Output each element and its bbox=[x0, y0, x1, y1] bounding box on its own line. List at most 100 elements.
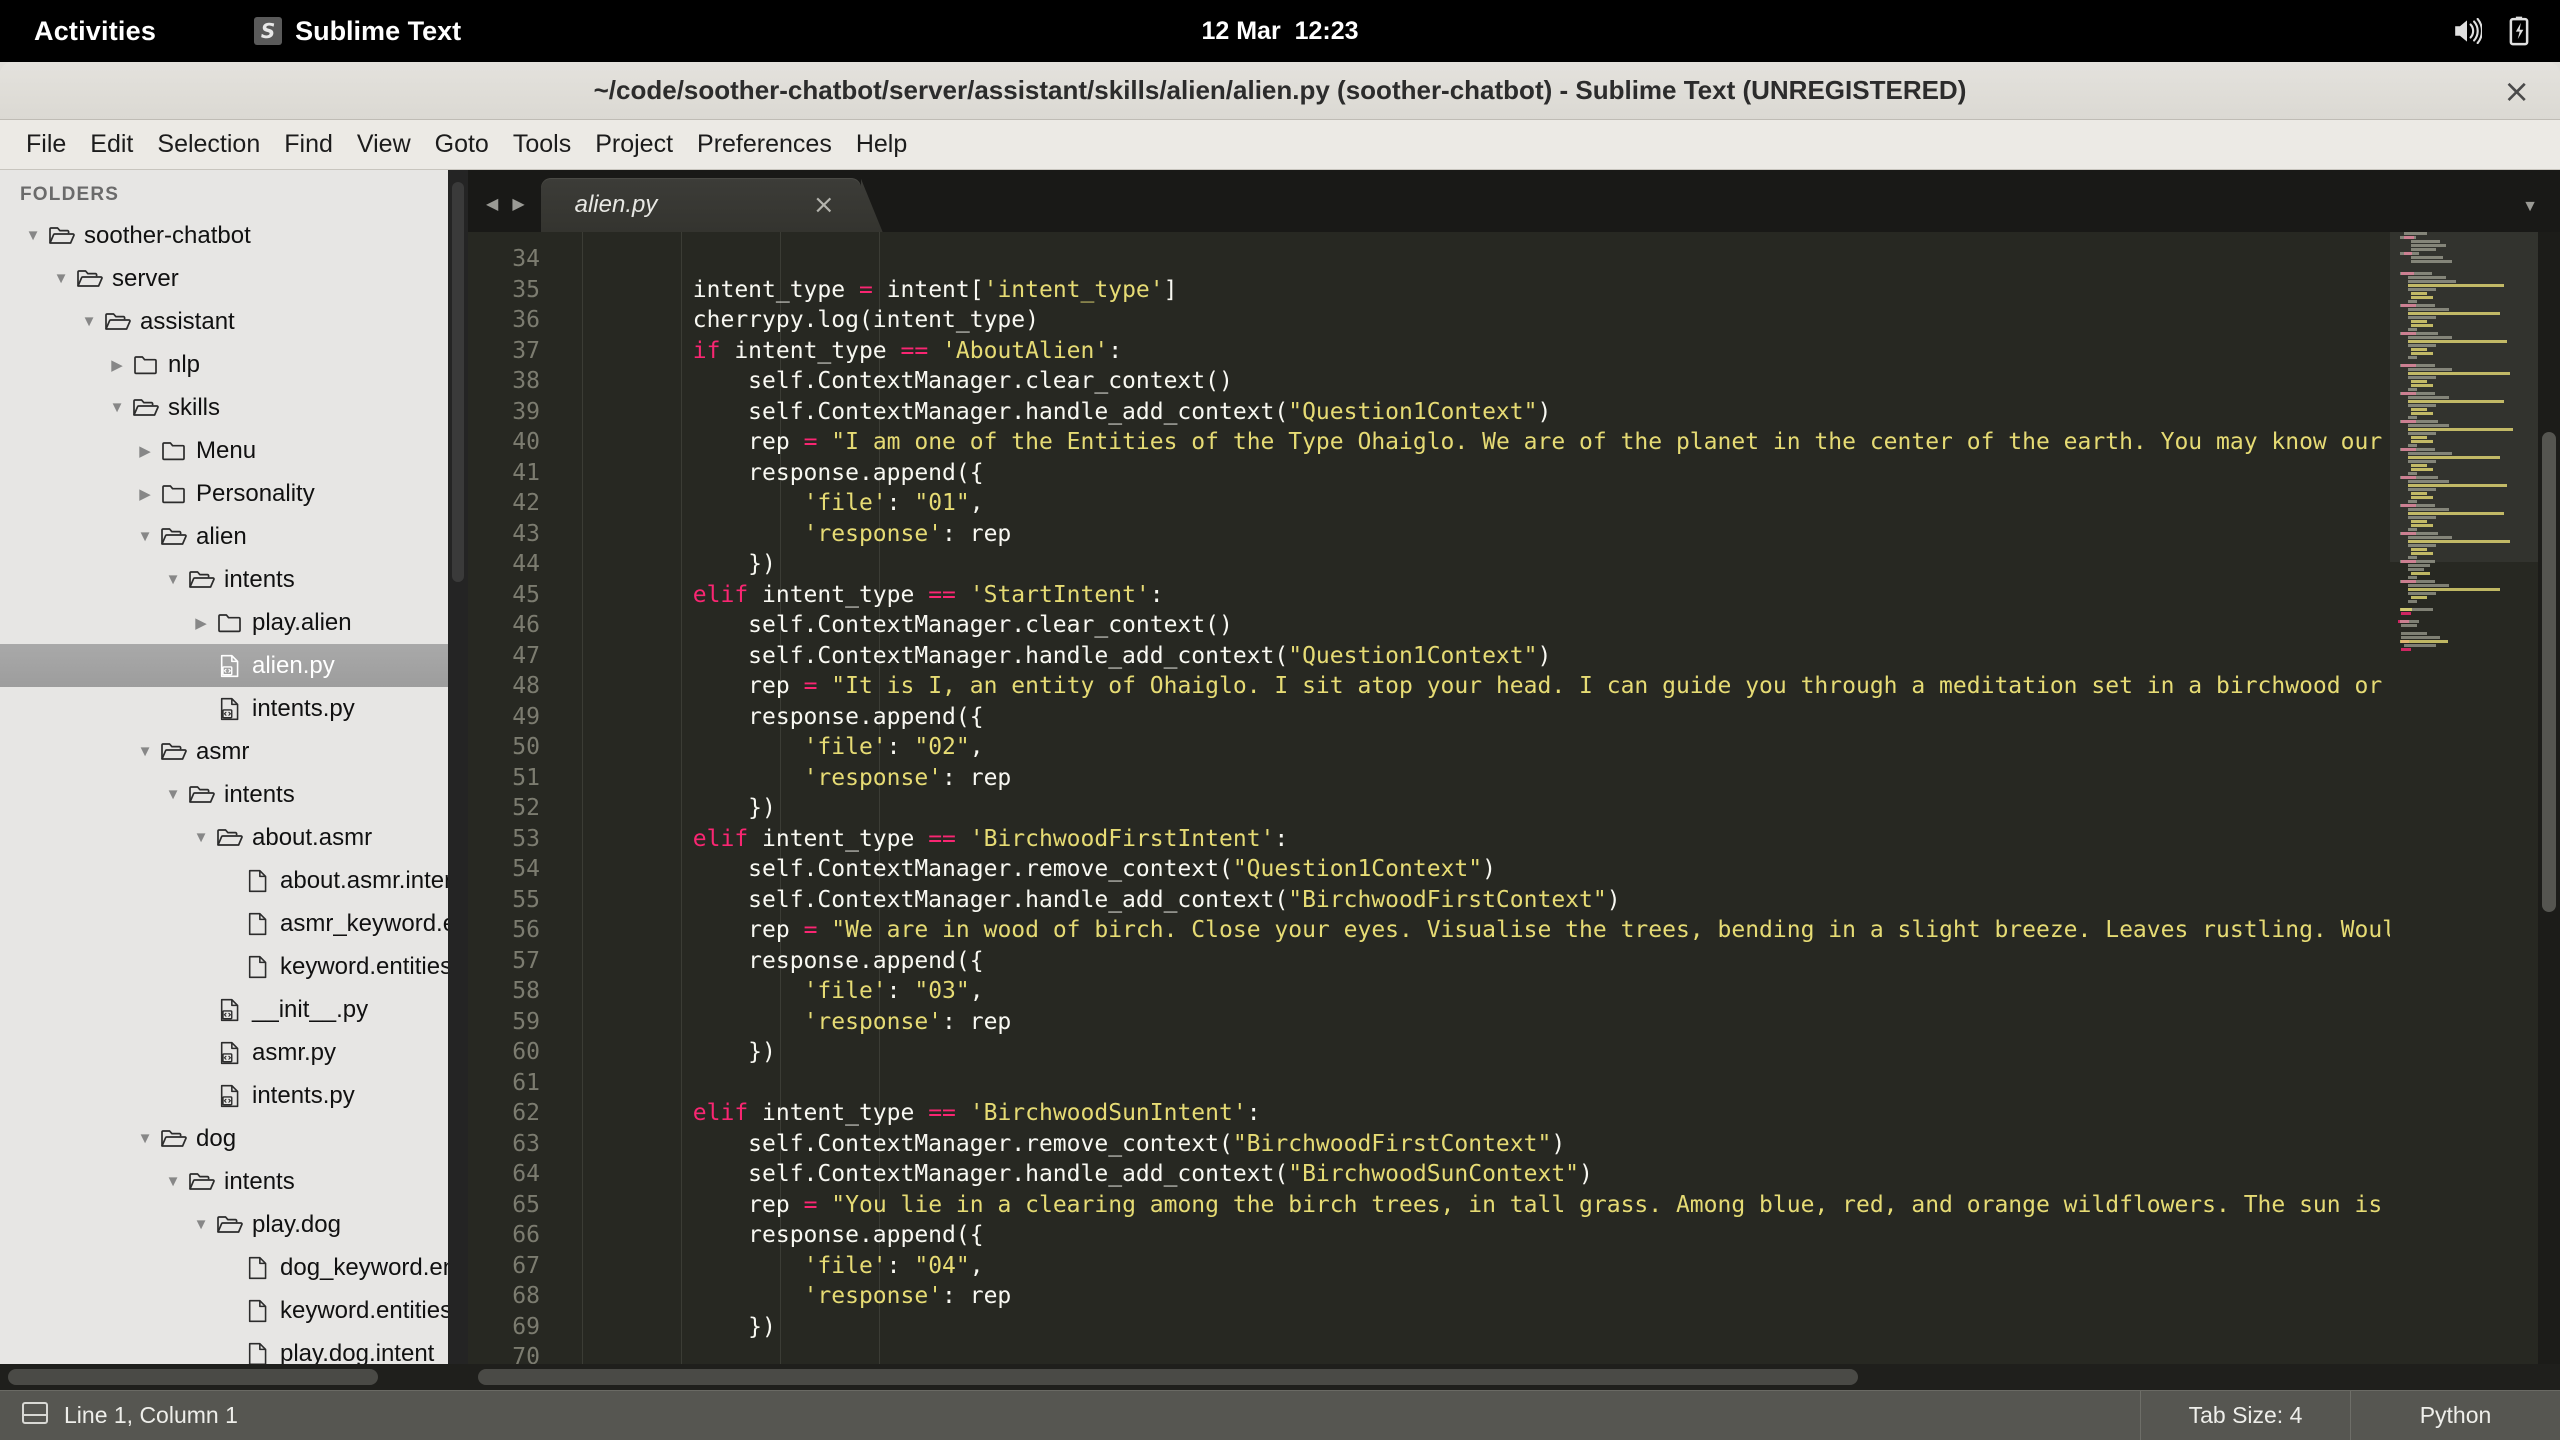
menu-item-edit[interactable]: Edit bbox=[78, 126, 145, 163]
code-line[interactable]: 'file': "03", bbox=[556, 976, 2560, 1007]
chevron-down-icon[interactable]: ▼ bbox=[132, 528, 158, 545]
chevron-right-icon[interactable]: ▶ bbox=[132, 485, 158, 503]
tree-item-dog-keyword-entities[interactable]: ▶dog_keyword.entities bbox=[0, 1246, 468, 1289]
tab-navigation[interactable]: ◀ ▶ bbox=[468, 194, 541, 232]
code-line[interactable]: intent_type = intent['intent_type'] bbox=[556, 275, 2560, 306]
code-line[interactable]: self.ContextManager.handle_add_context("… bbox=[556, 397, 2560, 428]
code-line[interactable]: 'file': "04", bbox=[556, 1251, 2560, 1282]
code-line[interactable]: self.ContextManager.handle_add_context("… bbox=[556, 885, 2560, 916]
tree-item-intents[interactable]: ▼ intents bbox=[0, 558, 468, 601]
code-line[interactable]: 'response': rep bbox=[556, 519, 2560, 550]
menu-item-project[interactable]: Project bbox=[583, 126, 685, 163]
tab-alien-py[interactable]: alien.py × bbox=[540, 178, 861, 232]
code-line[interactable]: self.ContextManager.handle_add_context("… bbox=[556, 641, 2560, 672]
chevron-down-icon[interactable]: ▼ bbox=[104, 399, 130, 416]
tree-item-asmr-py[interactable]: ▶asmr.py bbox=[0, 1031, 468, 1074]
tree-item-intents-py[interactable]: ▶intents.py bbox=[0, 1074, 468, 1117]
clock[interactable]: 12 Mar 12:23 bbox=[1201, 17, 1358, 46]
chevron-down-icon[interactable]: ▼ bbox=[48, 270, 74, 287]
code-line[interactable]: }) bbox=[556, 793, 2560, 824]
chevron-down-icon[interactable]: ▼ bbox=[20, 227, 46, 244]
code-line[interactable]: rep = "I am one of the Entities of the T… bbox=[556, 427, 2560, 458]
sidebar-scrollbar-track[interactable] bbox=[448, 170, 468, 1390]
chevron-down-icon[interactable]: ▼ bbox=[160, 786, 186, 803]
tree-item-server[interactable]: ▼ server bbox=[0, 257, 468, 300]
code-line[interactable] bbox=[556, 1342, 2560, 1364]
editor-horizontal-scrollbar-thumb[interactable] bbox=[478, 1369, 1858, 1385]
tree-item-keyword-entities[interactable]: ▶keyword.entities bbox=[0, 945, 468, 988]
tree-item-about-asmr-intent[interactable]: ▶about.asmr.intent bbox=[0, 859, 468, 902]
code-line[interactable] bbox=[556, 244, 2560, 275]
chevron-right-icon[interactable]: ▶ bbox=[188, 614, 214, 632]
volume-icon[interactable] bbox=[2452, 18, 2482, 44]
chevron-down-icon[interactable]: ▼ bbox=[160, 571, 186, 588]
activities-button[interactable]: Activities bbox=[34, 16, 156, 47]
chevron-right-icon[interactable]: ▶ bbox=[104, 356, 130, 374]
tree-item-intents-py[interactable]: ▶intents.py bbox=[0, 687, 468, 730]
tab-overflow-chevron-down-icon[interactable]: ▼ bbox=[2522, 198, 2538, 216]
tab-next-icon[interactable]: ▶ bbox=[512, 194, 524, 214]
code-line[interactable]: 'response': rep bbox=[556, 763, 2560, 794]
tree-item-intents[interactable]: ▼ intents bbox=[0, 1160, 468, 1203]
code-line[interactable]: elif intent_type == 'StartIntent': bbox=[556, 580, 2560, 611]
menu-item-find[interactable]: Find bbox=[272, 126, 345, 163]
code-line[interactable]: response.append({ bbox=[556, 702, 2560, 733]
tree-item--init-py[interactable]: ▶__init__.py bbox=[0, 988, 468, 1031]
system-tray[interactable] bbox=[2452, 16, 2530, 46]
app-indicator[interactable]: S Sublime Text bbox=[254, 16, 461, 47]
folder-tree[interactable]: ▼ soother-chatbot ▼ server ▼ assistant ▶ nlp ▼ sk… bbox=[0, 214, 468, 1375]
menu-item-tools[interactable]: Tools bbox=[501, 126, 583, 163]
syntax-button[interactable]: Python bbox=[2350, 1391, 2560, 1440]
sidebar-horizontal-scrollbar-thumb[interactable] bbox=[8, 1369, 378, 1385]
code-line[interactable] bbox=[556, 1068, 2560, 1099]
code-line[interactable]: 'file': "01", bbox=[556, 488, 2560, 519]
tab-bar[interactable]: ◀ ▶ alien.py × ▼ bbox=[468, 170, 2560, 232]
tree-item-nlp[interactable]: ▶ nlp bbox=[0, 343, 468, 386]
code-line[interactable]: self.ContextManager.remove_context("Birc… bbox=[556, 1129, 2560, 1160]
code-line[interactable]: cherrypy.log(intent_type) bbox=[556, 305, 2560, 336]
window-close-icon[interactable]: × bbox=[2503, 75, 2530, 107]
tab-prev-icon[interactable]: ◀ bbox=[486, 194, 498, 214]
sidebar-toggle-icon[interactable] bbox=[22, 1401, 48, 1430]
tree-item-keyword-entities[interactable]: ▶keyword.entities bbox=[0, 1289, 468, 1332]
chevron-down-icon[interactable]: ▼ bbox=[76, 313, 102, 330]
code-line[interactable]: 'response': rep bbox=[556, 1281, 2560, 1312]
editor-horizontal-scrollbar-track[interactable] bbox=[468, 1364, 2560, 1390]
menu-item-help[interactable]: Help bbox=[844, 126, 919, 163]
code-line[interactable]: response.append({ bbox=[556, 458, 2560, 489]
tree-item-skills[interactable]: ▼ skills bbox=[0, 386, 468, 429]
tree-item-about-asmr[interactable]: ▼ about.asmr bbox=[0, 816, 468, 859]
tree-item-personality[interactable]: ▶ Personality bbox=[0, 472, 468, 515]
code-editor[interactable]: 34 35 36 37 38 39 40 41 42 43 44 45 46 47 48 49 50 51 52 53… bbox=[468, 232, 2560, 1364]
tree-item-soother-chatbot[interactable]: ▼ soother-chatbot bbox=[0, 214, 468, 257]
chevron-down-icon[interactable]: ▼ bbox=[160, 1173, 186, 1190]
chevron-down-icon[interactable]: ▼ bbox=[188, 829, 214, 846]
code-line[interactable]: elif intent_type == 'BirchwoodFirstInten… bbox=[556, 824, 2560, 855]
code-line[interactable]: self.ContextManager.clear_context() bbox=[556, 610, 2560, 641]
sidebar-horizontal-scrollbar-track[interactable] bbox=[0, 1364, 468, 1390]
tree-item-play-dog[interactable]: ▼ play.dog bbox=[0, 1203, 468, 1246]
code-line[interactable]: self.ContextManager.remove_context("Ques… bbox=[556, 854, 2560, 885]
chevron-right-icon[interactable]: ▶ bbox=[132, 442, 158, 460]
code-line[interactable]: elif intent_type == 'BirchwoodSunIntent'… bbox=[556, 1098, 2560, 1129]
tree-item-alien[interactable]: ▼ alien bbox=[0, 515, 468, 558]
tree-item-intents[interactable]: ▼ intents bbox=[0, 773, 468, 816]
chevron-down-icon[interactable]: ▼ bbox=[188, 1216, 214, 1233]
code-line[interactable]: self.ContextManager.clear_context() bbox=[556, 366, 2560, 397]
editor-vertical-scrollbar-track[interactable] bbox=[2538, 232, 2560, 1364]
code-line[interactable]: }) bbox=[556, 1037, 2560, 1068]
chevron-down-icon[interactable]: ▼ bbox=[132, 1130, 158, 1147]
code-line[interactable]: self.ContextManager.handle_add_context("… bbox=[556, 1159, 2560, 1190]
sidebar-folders-panel[interactable]: FOLDERS ▼ soother-chatbot ▼ server ▼ assistan… bbox=[0, 170, 468, 1390]
menu-item-goto[interactable]: Goto bbox=[423, 126, 501, 163]
code-line[interactable]: rep = "We are in wood of birch. Close yo… bbox=[556, 915, 2560, 946]
tree-item-alien-py[interactable]: ▶alien.py bbox=[0, 644, 468, 687]
tree-item-asmr-keyword-entities[interactable]: ▶asmr_keyword.entities bbox=[0, 902, 468, 945]
menu-item-view[interactable]: View bbox=[345, 126, 423, 163]
editor-vertical-scrollbar-thumb[interactable] bbox=[2542, 432, 2556, 912]
tree-item-dog[interactable]: ▼ dog bbox=[0, 1117, 468, 1160]
code-line[interactable]: 'response': rep bbox=[556, 1007, 2560, 1038]
tab-size-button[interactable]: Tab Size: 4 bbox=[2140, 1391, 2350, 1440]
tree-item-asmr[interactable]: ▼ asmr bbox=[0, 730, 468, 773]
chevron-down-icon[interactable]: ▼ bbox=[132, 743, 158, 760]
